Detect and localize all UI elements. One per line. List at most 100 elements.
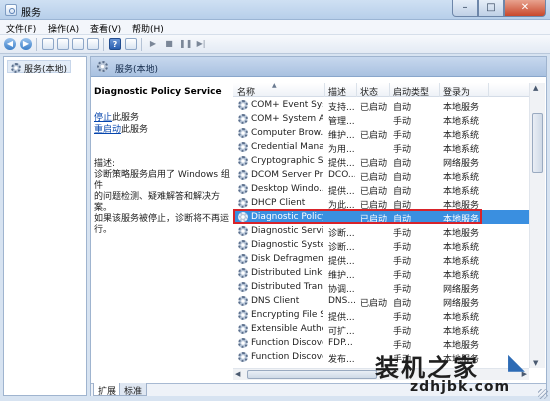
column-headers: 名称 ▲ 描述 状态 启动类型 登录为 — [233, 83, 529, 98]
gear-icon — [238, 114, 248, 124]
column-separator[interactable] — [324, 83, 325, 97]
column-separator[interactable] — [389, 83, 390, 97]
table-row[interactable]: Cryptographic S...提供...已启动自动网络服务 — [233, 154, 529, 169]
scroll-up-icon[interactable]: ▲ — [533, 84, 538, 92]
tab-standard[interactable]: 标准 — [119, 383, 148, 397]
menu-view[interactable]: 查看(V) — [90, 22, 121, 35]
close-button[interactable]: ✕ — [504, 0, 546, 17]
service-name-cell: Diagnostic Servi... — [251, 226, 323, 236]
tab-extended[interactable]: 扩展 — [93, 383, 122, 397]
stop-service-link[interactable]: 停止 — [94, 113, 112, 123]
vertical-scrollbar[interactable]: ▲ ▼ — [529, 83, 545, 368]
column-header-log-on-as[interactable]: 登录为 — [443, 85, 470, 98]
service-name-cell: Function Discove... — [251, 352, 323, 362]
service-actions: 停止此服务 重启动此服务 — [94, 112, 148, 136]
help-icon[interactable]: ? — [109, 38, 121, 50]
export-icon[interactable] — [87, 38, 99, 50]
stop-icon[interactable]: ■ — [163, 38, 175, 50]
watermark-decoration-icon: ◣ — [508, 350, 525, 375]
gear-icon — [97, 61, 108, 72]
scroll-left-icon[interactable]: ◀ — [235, 370, 240, 378]
column-header-name[interactable]: 名称 — [237, 85, 255, 98]
gear-icon — [238, 142, 248, 152]
table-row[interactable]: Encrypting File S...提供...手动本地系统 — [233, 308, 529, 323]
table-row[interactable]: COM+ System A...管理...手动本地系统 — [233, 112, 529, 127]
minimize-button[interactable]: – — [452, 0, 478, 17]
gear-icon — [238, 296, 248, 306]
column-separator[interactable] — [356, 83, 357, 97]
table-row[interactable]: Extensible Authe...可扩...手动本地系统 — [233, 322, 529, 337]
gear-icon — [238, 240, 248, 250]
console-tree-icon[interactable] — [57, 38, 69, 50]
show-tree-icon[interactable] — [42, 38, 54, 50]
sort-ascending-icon: ▲ — [272, 83, 277, 89]
service-name-cell: Disk Defragmen... — [251, 254, 323, 264]
column-separator[interactable] — [488, 83, 489, 97]
watermark-logo-text: 装机之家 — [375, 353, 479, 382]
gear-icon — [238, 184, 248, 194]
toolbar-separator — [103, 38, 104, 51]
service-details: Diagnostic Policy Service 停止此服务 重启动此服务 描… — [94, 87, 230, 235]
stop-service-suffix: 此服务 — [112, 113, 140, 123]
scroll-thumb[interactable] — [532, 113, 543, 173]
service-description-cell: FDP... — [328, 338, 353, 348]
resize-grip[interactable] — [538, 389, 548, 399]
description-text: 诊断策略服务启用了 Windows 组件 的问题检测、疑难解答和解决方案。 如果… — [94, 170, 230, 235]
scroll-thumb[interactable] — [247, 370, 377, 379]
forward-icon[interactable]: ▶ — [20, 38, 32, 50]
toolbar: ◀ ▶ ? ▶ ■ ❚❚ ▶| — [0, 35, 550, 54]
menu-file[interactable]: 文件(F) — [6, 22, 36, 35]
column-header-description[interactable]: 描述 — [328, 85, 346, 98]
service-name-cell: Computer Brow... — [251, 128, 323, 138]
service-description-cell: 发布... — [328, 355, 355, 365]
refresh-icon[interactable] — [72, 38, 84, 50]
menu-help[interactable]: 帮助(H) — [132, 22, 164, 35]
restart-icon[interactable]: ▶| — [195, 38, 207, 50]
table-row[interactable]: Credential Mana...为用...手动本地系统 — [233, 140, 529, 155]
services-list: 名称 ▲ 描述 状态 启动类型 登录为 COM+ Event Sys...支持.… — [233, 83, 529, 368]
menu-bar: 文件(F) 操作(A) 查看(V) 帮助(H) — [0, 20, 550, 35]
watermark-url: zdhjbk.com — [410, 379, 511, 395]
window-controls: – □ ✕ — [452, 0, 546, 18]
table-row[interactable]: COM+ Event Sys...支持...已启动自动本地服务 — [233, 98, 529, 113]
table-row[interactable]: Distributed Link ...维护...手动本地系统 — [233, 266, 529, 281]
table-row[interactable]: Diagnostic Policy Service已启动自动本地服务 — [233, 210, 529, 225]
table-row[interactable]: Computer Brow... 维护... 已启动 手动 本地系统 — [233, 126, 529, 141]
service-name-cell: Distributed Link ... — [251, 268, 323, 278]
service-name-cell: Encrypting File S... — [251, 310, 323, 320]
gear-icon — [238, 282, 248, 292]
gear-icon — [238, 310, 248, 320]
service-details-title: Diagnostic Policy Service — [94, 87, 222, 97]
gear-icon — [238, 100, 248, 110]
gear-icon — [238, 212, 248, 222]
column-header-startup-type[interactable]: 启动类型 — [393, 85, 429, 98]
services-app-icon — [5, 4, 17, 16]
maximize-button[interactable]: □ — [478, 0, 504, 17]
table-row[interactable]: Diagnostic Servi...诊断...手动本地服务 — [233, 224, 529, 239]
gear-icon — [238, 324, 248, 334]
start-icon[interactable]: ▶ — [147, 38, 159, 50]
watermark-logo: 装机之家 ◣ zdhjbk.com — [370, 348, 548, 400]
table-row[interactable]: Diagnostic Syste...诊断...手动本地系统 — [233, 238, 529, 253]
gear-icon — [238, 254, 248, 264]
service-name-cell: DCOM Server Pr... — [251, 170, 323, 180]
service-name-cell: Distributed Tran... — [251, 282, 323, 292]
restart-service-link[interactable]: 重启动 — [94, 125, 121, 135]
service-name-cell: COM+ System A... — [251, 114, 323, 124]
column-separator[interactable] — [439, 83, 440, 97]
toolbar-separator — [36, 38, 37, 51]
table-row[interactable]: DCOM Server Pr...DCO...已启动自动本地系统 — [233, 168, 529, 183]
back-icon[interactable]: ◀ — [4, 38, 16, 50]
table-row[interactable]: DNS Client DNS... 已启动 自动 网络服务 — [233, 294, 529, 309]
service-description-cell: DCO... — [328, 170, 355, 180]
table-row[interactable]: DHCP Client 为此... 已启动 自动 本地服务 — [233, 196, 529, 211]
tree-item-services-local[interactable]: 服务(本地) — [7, 60, 72, 75]
menu-action[interactable]: 操作(A) — [48, 22, 79, 35]
table-row[interactable]: Disk Defragmen...提供...手动本地系统 — [233, 252, 529, 267]
pause-icon[interactable]: ❚❚ — [179, 38, 192, 50]
column-header-status[interactable]: 状态 — [360, 85, 378, 98]
table-row[interactable]: Distributed Tran...协调...手动网络服务 — [233, 280, 529, 295]
properties-icon[interactable] — [125, 38, 137, 50]
gear-icon — [238, 268, 248, 278]
table-row[interactable]: Desktop Windo... 提供... 已启动 自动 本地系统 — [233, 182, 529, 197]
